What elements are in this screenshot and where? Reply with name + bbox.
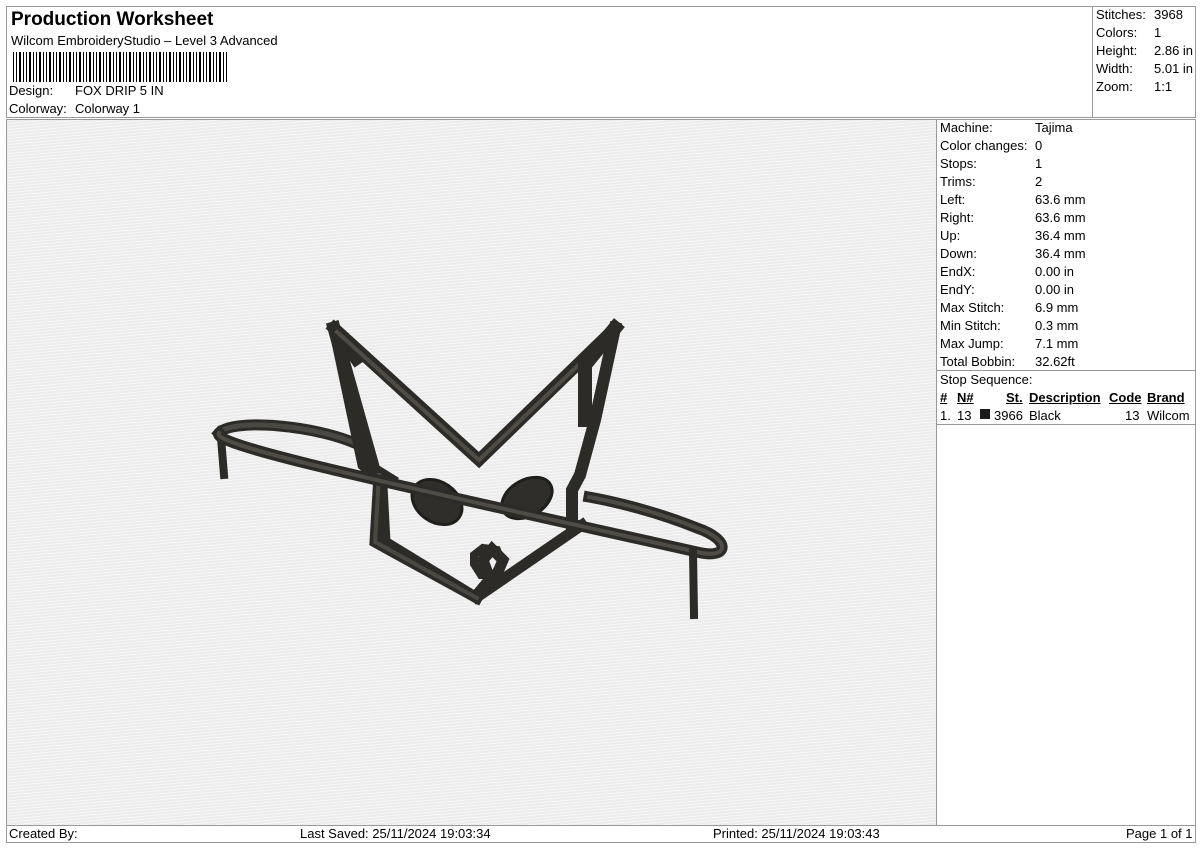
col-brand: Brand	[1147, 390, 1185, 405]
worksheet-header: Production Worksheet Wilcom EmbroiderySt…	[6, 6, 1092, 118]
info-label: Color changes:	[940, 138, 1028, 153]
page-number: Page 1 of 1	[1126, 826, 1193, 841]
col-description: Description	[1029, 390, 1101, 405]
info-label: Total Bobbin:	[940, 354, 1016, 369]
info-label: Max Stitch:	[940, 300, 1005, 315]
last-saved: Last Saved: 25/11/2024 19:03:34	[300, 826, 491, 841]
info-value: 0.00 in	[1035, 282, 1075, 297]
info-row-trims: Trims: 2	[940, 174, 1042, 189]
info-row-maxstitch: Max Stitch: 6.9 mm	[940, 300, 1078, 315]
info-row-totalbobbin: Total Bobbin: 32.62ft	[940, 354, 1075, 369]
info-label: Up:	[940, 228, 961, 243]
info-row-colorchanges: Color changes: 0	[940, 138, 1042, 153]
info-value: 2	[1035, 174, 1043, 189]
page-title: Production Worksheet	[11, 9, 214, 30]
info-value: 32.62ft	[1035, 354, 1075, 369]
row-stitches: 3966	[994, 408, 1023, 423]
design-stats: Stitches: 3968 Colors: 1 Height: 2.86 in Wi…	[1092, 6, 1196, 118]
info-value: 1	[1035, 156, 1043, 171]
info-row-endy: EndY: 0.00 in	[940, 282, 1074, 297]
col-stitches: St.	[1006, 390, 1023, 405]
info-value: 6.9 mm	[1035, 300, 1079, 315]
info-label: Min Stitch:	[940, 318, 1001, 333]
printed-date: Printed: 25/11/2024 19:03:43	[713, 826, 880, 841]
info-row-minstitch: Min Stitch: 0.3 mm	[940, 318, 1078, 333]
info-row-down: Down: 36.4 mm	[940, 246, 1086, 261]
divider	[937, 370, 1195, 371]
stat-height: Height: 2.86 in	[1096, 43, 1194, 58]
color-swatch	[980, 409, 990, 419]
row-description: Black	[1029, 408, 1061, 423]
info-row-right: Right: 63.6 mm	[940, 210, 1086, 225]
colorway-label: Colorway:	[9, 101, 67, 116]
info-value: 63.6 mm	[1035, 192, 1086, 207]
drip-right	[688, 547, 699, 620]
info-label: EndY:	[940, 282, 975, 297]
info-label: Right:	[940, 210, 974, 225]
info-row-maxjump: Max Jump: 7.1 mm	[940, 336, 1078, 351]
info-label: EndX:	[940, 264, 976, 279]
stop-sequence-title: Stop Sequence:	[940, 372, 1033, 387]
info-value: 36.4 mm	[1035, 246, 1086, 261]
fox-drip-embroidery	[211, 318, 728, 620]
info-row-endx: EndX: 0.00 in	[940, 264, 1074, 279]
info-row-left: Left: 63.6 mm	[940, 192, 1086, 207]
info-value: 63.6 mm	[1035, 210, 1086, 225]
colorway-value: Colorway 1	[75, 101, 141, 116]
info-label: Down:	[940, 246, 977, 261]
col-index: #	[940, 390, 948, 405]
machine-info-panel: Machine: Tajima Color changes: 0 Stops: 1 Trim…	[937, 119, 1196, 826]
col-needle: N#	[957, 390, 974, 405]
info-value: Tajima	[1035, 120, 1073, 135]
created-by: Created By:	[9, 826, 78, 841]
info-label: Max Jump:	[940, 336, 1004, 351]
barcode-icon	[13, 52, 227, 82]
info-label: Left:	[940, 192, 966, 207]
info-label: Stops:	[940, 156, 977, 171]
row-code: 13	[1125, 408, 1140, 423]
row-needle: 13	[957, 408, 972, 423]
software-name: Wilcom EmbroideryStudio – Level 3 Advanc…	[11, 33, 278, 48]
info-row-stops: Stops: 1	[940, 156, 1042, 171]
info-value: 7.1 mm	[1035, 336, 1079, 351]
info-label: Machine:	[940, 120, 993, 135]
stat-stitches: Stitches: 3968	[1096, 7, 1183, 22]
row-brand: Wilcom	[1147, 408, 1190, 423]
row-index: 1.	[940, 408, 951, 423]
divider	[937, 424, 1195, 425]
info-value: 0.3 mm	[1035, 318, 1079, 333]
info-label: Trims:	[940, 174, 976, 189]
info-row-machine: Machine: Tajima	[940, 120, 1073, 135]
info-value: 36.4 mm	[1035, 228, 1086, 243]
info-value: 0.00 in	[1035, 264, 1075, 279]
info-value: 0	[1035, 138, 1043, 153]
col-code: Code	[1109, 390, 1142, 405]
stat-zoom: Zoom: 1:1	[1096, 79, 1173, 94]
design-preview	[6, 119, 937, 826]
design-label: Design:	[9, 83, 54, 98]
design-value: FOX DRIP 5 IN	[75, 83, 164, 98]
info-row-up: Up: 36.4 mm	[940, 228, 1086, 243]
worksheet-footer: Created By: Last Saved: 25/11/2024 19:03…	[6, 826, 1196, 843]
stat-colors: Colors: 1	[1096, 25, 1162, 40]
stat-width: Width: 5.01 in	[1096, 61, 1194, 76]
